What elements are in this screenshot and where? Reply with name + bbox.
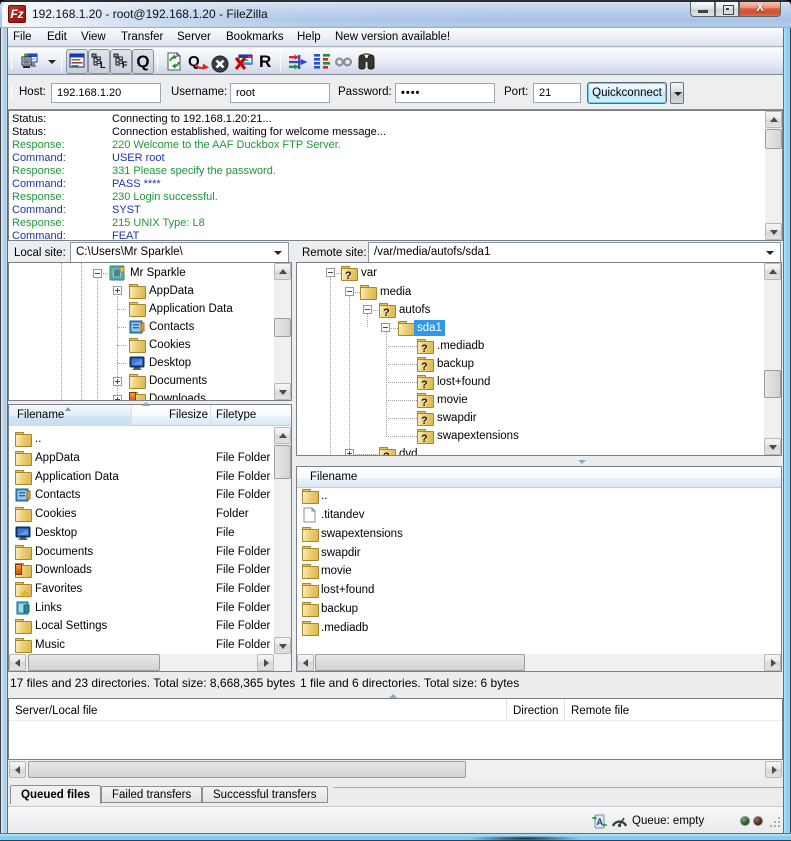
svg-text:A: A xyxy=(597,817,604,827)
svg-text:F: F xyxy=(122,60,128,69)
svg-text:L: L xyxy=(100,60,106,69)
